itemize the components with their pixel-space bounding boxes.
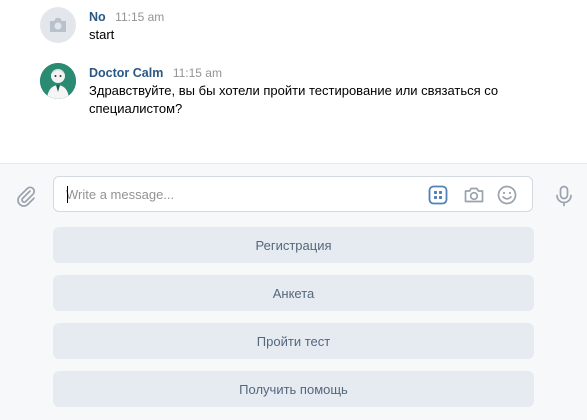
message-time: 11:15 am — [172, 66, 222, 80]
message-text: Здравствуйте, вы бы хотели пройти тестир… — [89, 83, 499, 116]
message-history: No 11:15 am start Doctor Calm 11:15 am З… — [0, 0, 587, 163]
camera-placeholder-icon — [50, 18, 66, 32]
message-text: start — [89, 27, 115, 42]
avatar[interactable] — [40, 7, 76, 43]
microphone-icon[interactable] — [555, 185, 573, 212]
keyboard-button-take-test[interactable]: Пройти тест — [53, 323, 534, 359]
message-input-box[interactable] — [53, 176, 533, 212]
paperclip-icon[interactable] — [15, 185, 37, 212]
author-name[interactable]: Doctor Calm — [89, 66, 163, 80]
message-header: Doctor Calm 11:15 am — [89, 66, 222, 80]
author-name[interactable]: No — [89, 10, 106, 24]
keyboard-button-get-help[interactable]: Получить помощь — [53, 371, 534, 407]
message-input[interactable] — [66, 185, 406, 203]
camera-icon[interactable] — [463, 184, 485, 206]
text-caret — [67, 186, 68, 203]
message-header: No 11:15 am — [89, 10, 164, 24]
message-time: 11:15 am — [115, 10, 165, 24]
keyboard-icon[interactable] — [427, 184, 449, 206]
keyboard-button-registration[interactable]: Регистрация — [53, 227, 534, 263]
keyboard-button-questionnaire[interactable]: Анкета — [53, 275, 534, 311]
avatar[interactable] — [40, 63, 76, 99]
doctor-portrait — [40, 63, 76, 99]
smiley-icon[interactable] — [496, 184, 518, 206]
